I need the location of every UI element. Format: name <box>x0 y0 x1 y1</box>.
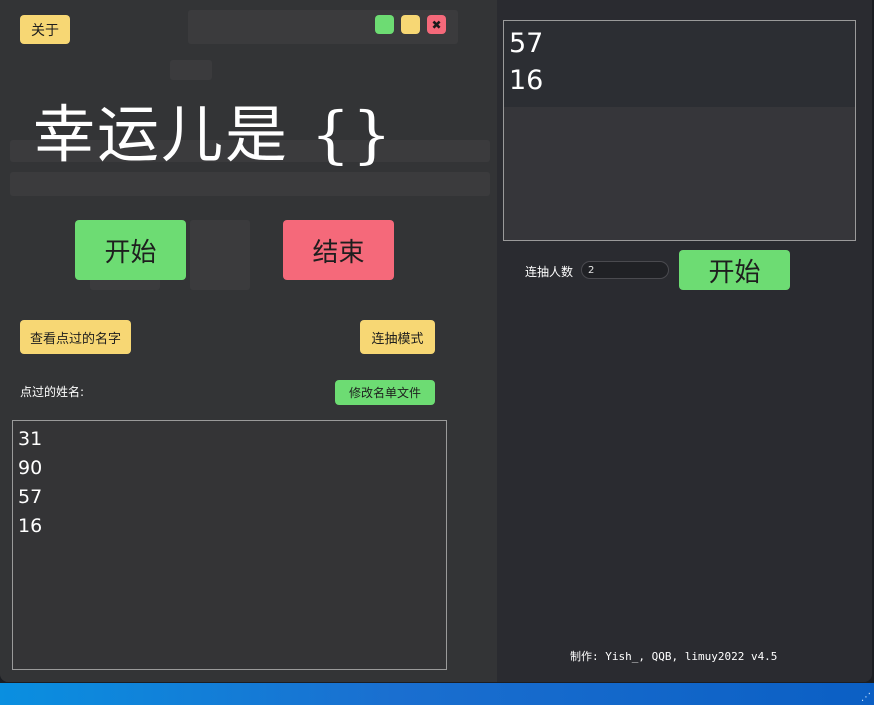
about-button[interactable]: 关于 <box>20 15 70 44</box>
lucky-name-title: 幸运儿是 {} <box>33 98 394 171</box>
desktop-taskbar: ⋰ <box>0 683 874 705</box>
list-item: 57 <box>18 486 43 508</box>
edit-list-file-button[interactable]: 修改名单文件 <box>335 380 435 405</box>
list-item: 90 <box>18 457 43 479</box>
result-item: 16 <box>509 65 544 96</box>
called-names-list[interactable]: 31 90 57 16 <box>12 420 447 670</box>
batch-count-label: 连抽人数 <box>525 265 574 279</box>
stop-button[interactable]: 结束 <box>283 220 394 280</box>
maximize-button[interactable] <box>401 15 420 34</box>
credits-text: 制作: Yish_, QQB, limuy2022 v4.5 <box>570 650 778 663</box>
batch-count-input[interactable] <box>581 261 669 279</box>
app-window: 关于 ✖ 幸运儿是 {} 开始 结束 查看点过的名字 连抽模式 点过的姓名: 修… <box>0 0 872 682</box>
close-button[interactable]: ✖ <box>427 15 446 34</box>
close-icon: ✖ <box>431 17 442 32</box>
result-item: 57 <box>509 28 544 59</box>
list-item: 31 <box>18 428 43 450</box>
minimize-button[interactable] <box>375 15 394 34</box>
batch-start-button[interactable]: 开始 <box>679 250 790 290</box>
resize-grip-icon[interactable]: ⋰ <box>861 693 871 703</box>
start-button[interactable]: 开始 <box>75 220 186 280</box>
list-item: 16 <box>18 515 43 537</box>
view-called-names-button[interactable]: 查看点过的名字 <box>20 320 131 354</box>
batch-results-box[interactable]: 57 16 <box>503 20 856 241</box>
batch-mode-button[interactable]: 连抽模式 <box>360 320 435 354</box>
called-names-label: 点过的姓名: <box>20 385 85 399</box>
